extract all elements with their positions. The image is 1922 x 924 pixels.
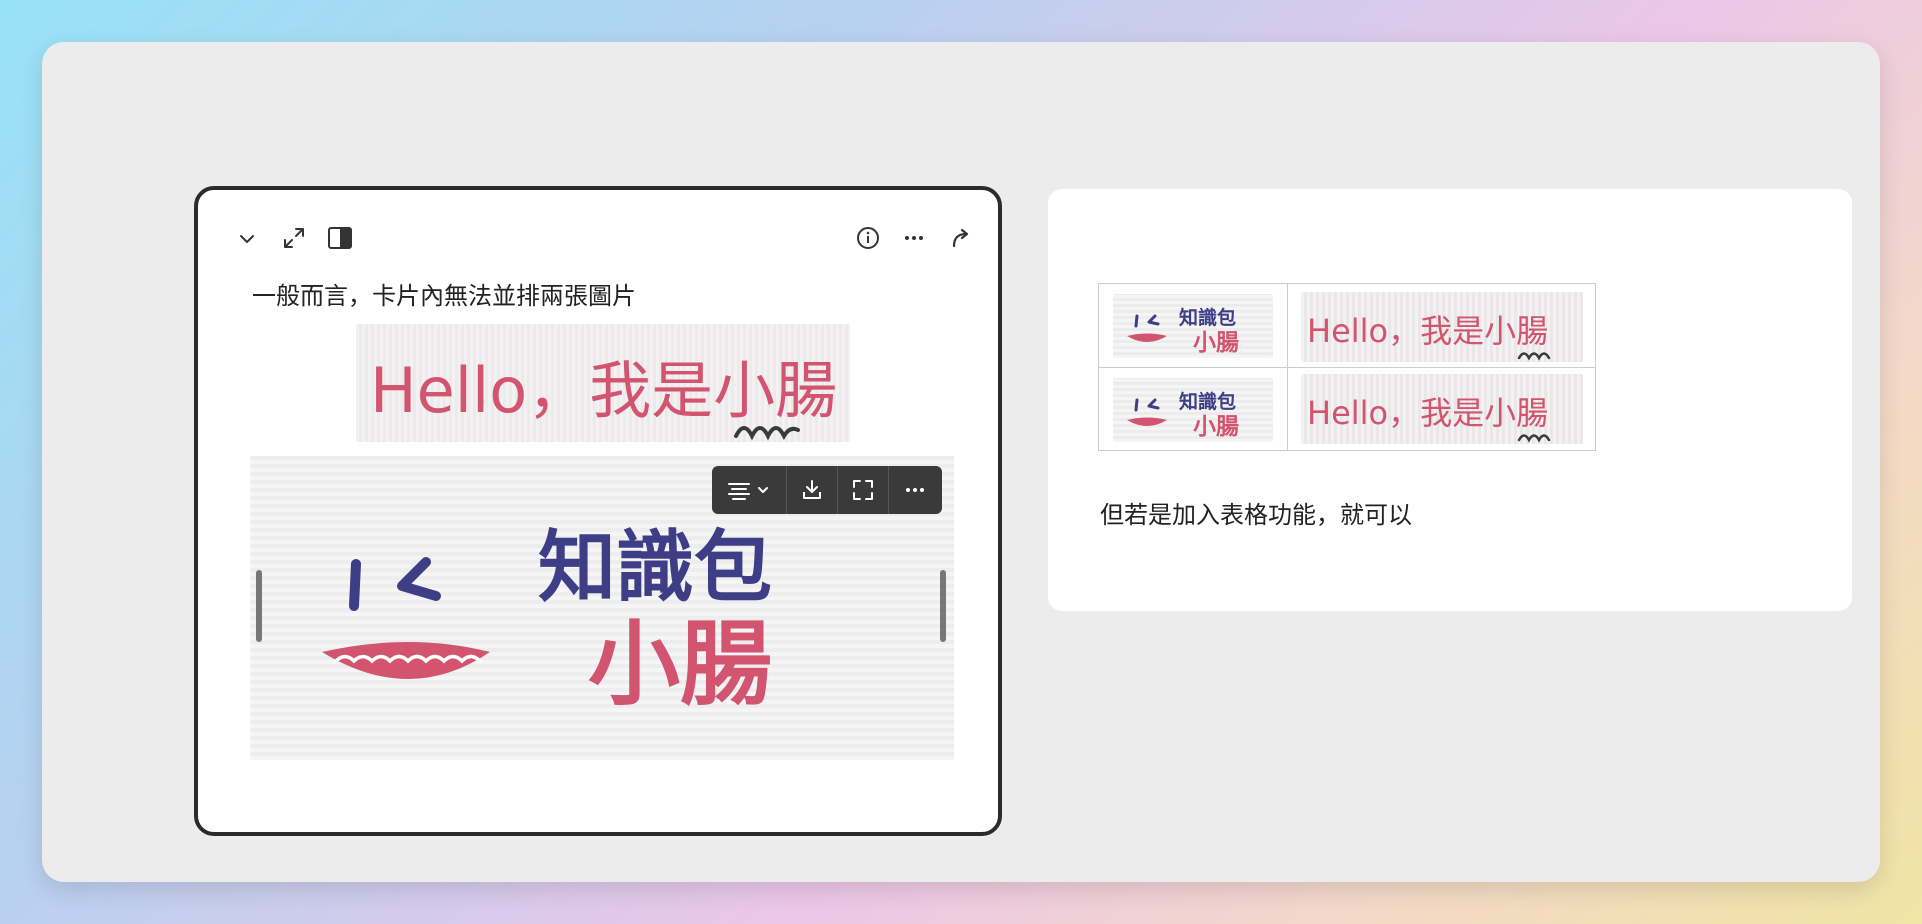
cell-hello-text: Hello，我是小腸 bbox=[1307, 312, 1548, 350]
align-dropdown-button[interactable] bbox=[712, 466, 786, 514]
logo-line1: 知識包 bbox=[538, 523, 772, 613]
resize-handle-right[interactable] bbox=[940, 570, 946, 642]
table-cell-hello[interactable]: Hello，我是小腸 bbox=[1301, 292, 1583, 362]
table-cell-logo[interactable]: 知識包 小腸 bbox=[1113, 294, 1273, 358]
hello-image[interactable]: Hello，我是小腸 bbox=[356, 324, 850, 442]
more-icon bbox=[906, 488, 924, 492]
card-panel: 一般而言，卡片內無法並排兩張圖片 Hello，我是小腸 知識包 小腸 bbox=[194, 186, 1002, 836]
cell-hello-text: Hello，我是小腸 bbox=[1307, 394, 1548, 432]
fullscreen-button[interactable] bbox=[838, 466, 888, 514]
collapse-chevron-icon[interactable] bbox=[232, 224, 262, 254]
image-toolbar bbox=[712, 466, 942, 514]
right-panel-text: 但若是加入表格功能，就可以 bbox=[1100, 501, 1412, 529]
hello-image-text: Hello，我是小腸 bbox=[370, 354, 837, 427]
logo-line2: 小腸 bbox=[588, 611, 772, 718]
fullscreen-icon bbox=[853, 480, 873, 500]
expand-icon[interactable] bbox=[278, 222, 310, 254]
info-icon[interactable] bbox=[852, 222, 884, 254]
more-options-icon[interactable] bbox=[898, 222, 930, 254]
download-icon bbox=[803, 480, 821, 499]
cell-logo-line2: 小腸 bbox=[1193, 330, 1239, 356]
image-table: 知識包 小腸 Hello，我是小腸 知識包 小腸 Hello，我是小腸 bbox=[1098, 283, 1596, 451]
cell-logo-line2: 小腸 bbox=[1193, 414, 1239, 440]
side-panel-icon[interactable] bbox=[324, 222, 356, 254]
table-cell-hello[interactable]: Hello，我是小腸 bbox=[1301, 374, 1583, 444]
toolbar-more-button[interactable] bbox=[889, 466, 941, 514]
right-panel: 知識包 小腸 Hello，我是小腸 知識包 小腸 Hello，我是小腸 但若是加… bbox=[1048, 189, 1852, 611]
cell-logo-line1: 知識包 bbox=[1179, 306, 1236, 329]
resize-handle-left[interactable] bbox=[256, 570, 262, 642]
cell-logo-line1: 知識包 bbox=[1179, 390, 1236, 413]
table-cell-logo[interactable]: 知識包 小腸 bbox=[1113, 378, 1273, 442]
table-divider-horizontal bbox=[1099, 367, 1595, 368]
download-button[interactable] bbox=[787, 466, 837, 514]
share-arrow-icon[interactable] bbox=[944, 222, 976, 254]
card-text: 一般而言，卡片內無法並排兩張圖片 bbox=[252, 282, 636, 310]
app-window: 一般而言，卡片內無法並排兩張圖片 Hello，我是小腸 知識包 小腸 知識包 小… bbox=[42, 42, 1880, 882]
